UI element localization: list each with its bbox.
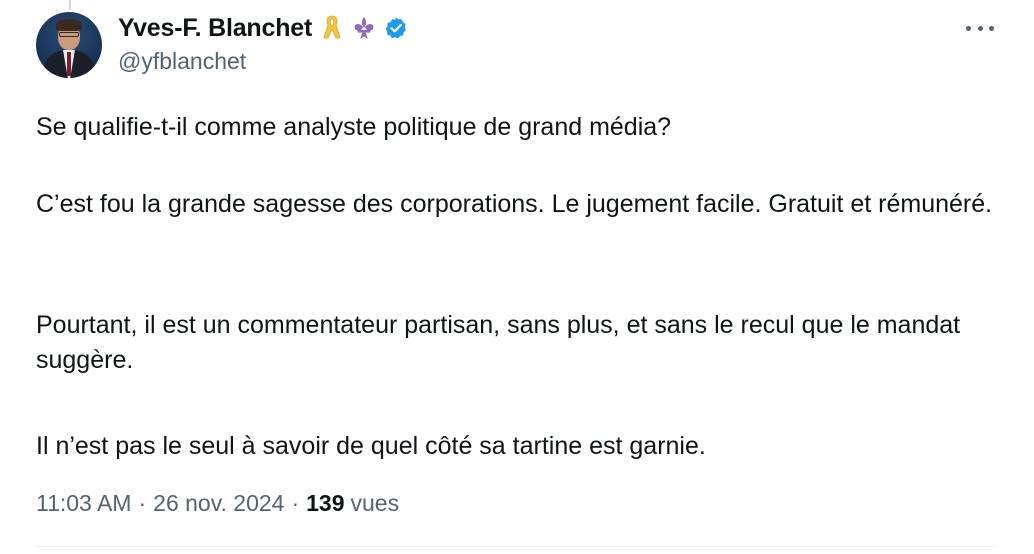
views-count[interactable]: 139	[306, 490, 344, 517]
fleur-de-lis-icon	[352, 14, 376, 42]
tweet-paragraph: Il n’est pas le seul à savoir de quel cô…	[36, 432, 706, 460]
views-label: vues	[350, 490, 400, 516]
tweet-metadata: 11:03 AM · 26 nov. 2024 · 139 vues	[36, 490, 399, 517]
tweet-paragraph: Se qualifie-t-il comme analyste politiqu…	[36, 113, 672, 141]
more-options-icon[interactable]	[966, 18, 994, 38]
thread-connector-line	[69, 0, 71, 10]
tweet-paragraph: Pourtant, il est un commentateur partisa…	[36, 311, 961, 374]
tweet-paragraph: C’est fou la grande sagesse des corporat…	[36, 190, 993, 218]
verified-badge-icon[interactable]	[384, 14, 408, 42]
yellow-ribbon-icon	[320, 14, 344, 42]
author-name-row: Yves-F. Blanchet	[118, 12, 408, 44]
divider	[36, 546, 998, 547]
tweet-date[interactable]: 26 nov. 2024	[153, 490, 284, 517]
author-handle[interactable]: @yfblanchet	[118, 48, 246, 75]
meta-separator: ·	[138, 490, 147, 516]
tweet-card: Yves-F. Blanchet @yfblanchet Se qualifie…	[0, 0, 1034, 554]
meta-separator: ·	[291, 490, 300, 516]
author-display-name[interactable]: Yves-F. Blanchet	[118, 14, 312, 43]
avatar[interactable]	[36, 12, 102, 78]
tweet-time[interactable]: 11:03 AM	[36, 490, 131, 517]
